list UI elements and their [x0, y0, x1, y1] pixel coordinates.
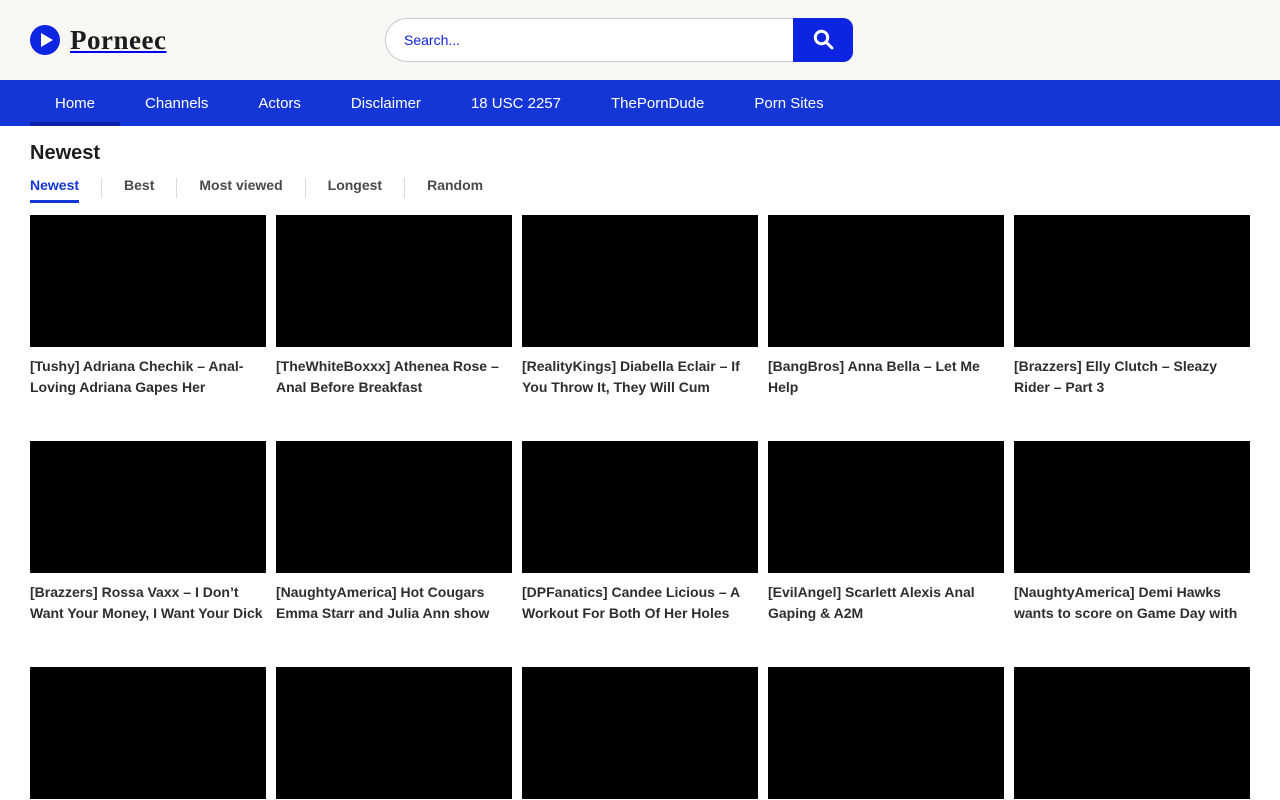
tab-newest[interactable]: Newest — [30, 177, 79, 203]
video-thumbnail[interactable] — [276, 667, 512, 799]
video-card[interactable]: [TheWhiteBoxxx] Athenea Rose – Anal Befo… — [276, 215, 512, 398]
video-title: [NaughtyAmerica] Demi Hawks wants to sco… — [1014, 582, 1250, 624]
section-title: Newest — [30, 142, 1250, 165]
video-title: [RealityKings] Diabella Eclair – If You … — [522, 356, 758, 398]
video-title: [EvilAngel] Scarlett Alexis Anal Gaping … — [768, 582, 1004, 624]
sort-tabs: Newest Best Most viewed Longest Random — [30, 177, 1250, 203]
nav-item-channels[interactable]: Channels — [120, 80, 233, 126]
video-title: [DPFanatics] Candee Licious – A Workout … — [522, 582, 758, 624]
video-thumbnail[interactable] — [1014, 215, 1250, 347]
video-title: [TheWhiteBoxxx] Athenea Rose – Anal Befo… — [276, 356, 512, 398]
tab-longest[interactable]: Longest — [328, 177, 382, 203]
video-thumbnail[interactable] — [768, 441, 1004, 573]
tab-random[interactable]: Random — [427, 177, 483, 203]
main-nav: HomeChannelsActorsDisclaimer18 USC 2257T… — [0, 80, 1280, 126]
video-card[interactable]: [Tushy] Adriana Chechik – Anal-Loving Ad… — [30, 215, 266, 398]
video-grid: [Tushy] Adriana Chechik – Anal-Loving Ad… — [30, 215, 1250, 800]
video-card[interactable] — [30, 667, 266, 800]
tab-divider — [305, 178, 306, 198]
video-card[interactable]: [NaughtyAmerica] Demi Hawks wants to sco… — [1014, 441, 1250, 624]
nav-item-actors[interactable]: Actors — [233, 80, 326, 126]
nav-item-theporndude[interactable]: ThePornDude — [586, 80, 729, 126]
video-card[interactable]: [Brazzers] Rossa Vaxx – I Don’t Want You… — [30, 441, 266, 624]
search-button[interactable] — [793, 18, 853, 62]
nav-item-18-usc-2257[interactable]: 18 USC 2257 — [446, 80, 586, 126]
video-card[interactable] — [1014, 667, 1250, 800]
video-thumbnail[interactable] — [30, 215, 266, 347]
nav-item-porn-sites[interactable]: Porn Sites — [729, 80, 848, 126]
tab-divider — [101, 178, 102, 198]
search-icon — [811, 27, 835, 54]
video-card[interactable] — [768, 667, 1004, 800]
site-header: Porneec — [0, 0, 1280, 80]
video-thumbnail[interactable] — [30, 441, 266, 573]
tab-divider — [176, 178, 177, 198]
video-title: [NaughtyAmerica] Hot Cougars Emma Starr … — [276, 582, 512, 624]
video-thumbnail[interactable] — [768, 215, 1004, 347]
video-card[interactable]: [EvilAngel] Scarlett Alexis Anal Gaping … — [768, 441, 1004, 624]
video-thumbnail[interactable] — [522, 215, 758, 347]
video-card[interactable] — [276, 667, 512, 800]
video-thumbnail[interactable] — [768, 667, 1004, 799]
play-logo-icon — [30, 25, 60, 55]
tab-divider — [404, 178, 405, 198]
video-thumbnail[interactable] — [30, 667, 266, 799]
video-thumbnail[interactable] — [276, 441, 512, 573]
video-title: [Tushy] Adriana Chechik – Anal-Loving Ad… — [30, 356, 266, 398]
video-card[interactable]: [BangBros] Anna Bella – Let Me Help — [768, 215, 1004, 398]
tab-best[interactable]: Best — [124, 177, 154, 203]
nav-item-home[interactable]: Home — [30, 80, 120, 126]
video-thumbnail[interactable] — [522, 667, 758, 799]
video-title: [Brazzers] Elly Clutch – Sleazy Rider – … — [1014, 356, 1250, 398]
video-thumbnail[interactable] — [1014, 667, 1250, 799]
search-bar — [385, 18, 853, 62]
search-input[interactable] — [385, 18, 793, 62]
main-content: Newest Newest Best Most viewed Longest Rando… — [0, 126, 1280, 800]
site-logo[interactable]: Porneec — [30, 25, 166, 56]
nav-item-disclaimer[interactable]: Disclaimer — [326, 80, 446, 126]
logo-text: Porneec — [70, 25, 166, 56]
video-card[interactable]: [RealityKings] Diabella Eclair – If You … — [522, 215, 758, 398]
video-title: [BangBros] Anna Bella – Let Me Help — [768, 356, 1004, 398]
video-card[interactable]: [Brazzers] Elly Clutch – Sleazy Rider – … — [1014, 215, 1250, 398]
video-title: [Brazzers] Rossa Vaxx – I Don’t Want You… — [30, 582, 266, 624]
video-thumbnail[interactable] — [276, 215, 512, 347]
tab-most-viewed[interactable]: Most viewed — [199, 177, 282, 203]
video-thumbnail[interactable] — [522, 441, 758, 573]
video-card[interactable]: [NaughtyAmerica] Hot Cougars Emma Starr … — [276, 441, 512, 624]
video-thumbnail[interactable] — [1014, 441, 1250, 573]
video-card[interactable] — [522, 667, 758, 800]
video-card[interactable]: [DPFanatics] Candee Licious – A Workout … — [522, 441, 758, 624]
